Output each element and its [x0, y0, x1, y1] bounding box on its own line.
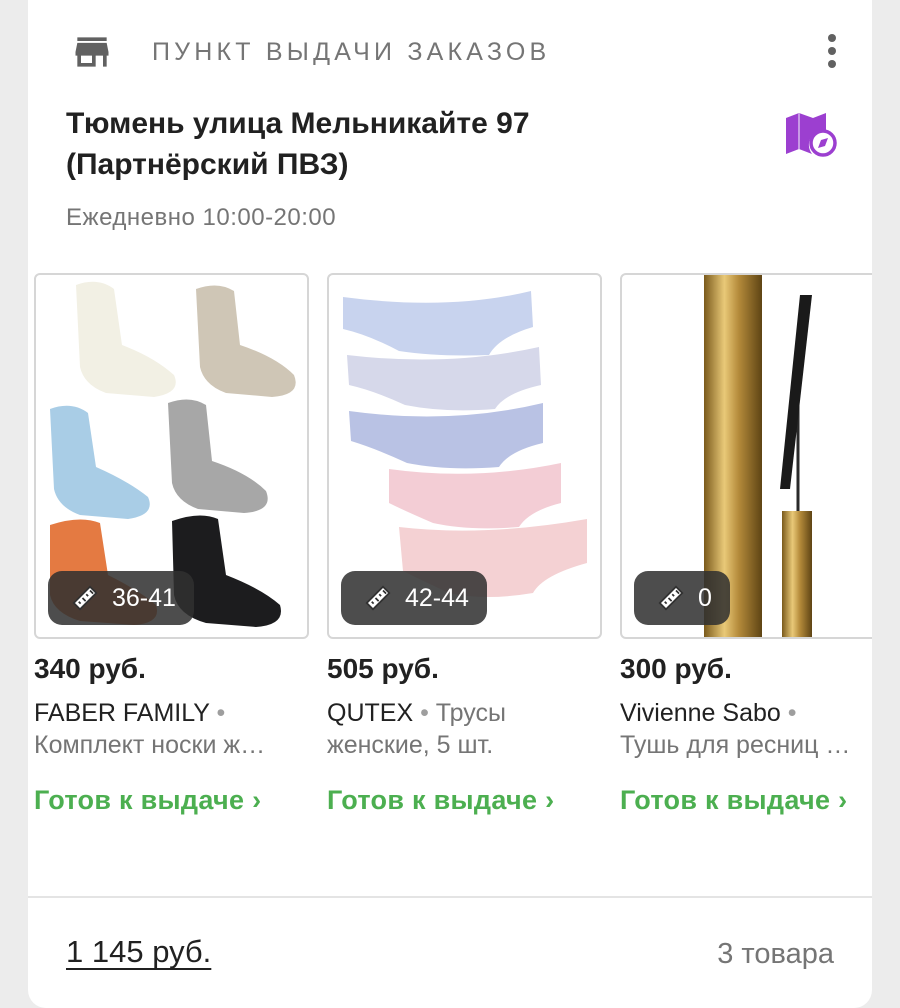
size-label: 0 — [698, 583, 712, 612]
product-image-mascara[interactable]: 0 — [620, 273, 872, 639]
size-label: 42-44 — [405, 583, 469, 612]
map-compass-icon[interactable] — [782, 110, 838, 160]
products-carousel[interactable]: 36-41 340 руб. FABER FAMILY • Комплект н… — [34, 273, 872, 833]
product-description: QUTEX • Трусы женские, 5 шт. — [327, 697, 599, 761]
product-status-link[interactable]: Готов к выдаче › — [327, 785, 554, 816]
pickup-hours: Ежедневно 10:00-20:00 — [66, 204, 337, 231]
product-name-part1: Трусы — [428, 699, 506, 727]
product-price: 340 руб. — [34, 653, 146, 684]
product-name-part2: женские, 5 шт. — [327, 731, 494, 759]
product-card[interactable]: 0 300 руб. Vivienne Sabo • Тушь для ресн… — [620, 273, 872, 815]
product-image-briefs[interactable]: 42-44 — [327, 273, 602, 639]
order-total[interactable]: 1 145 руб. — [66, 934, 211, 970]
ruler-icon — [365, 585, 391, 611]
brand-separator: • — [209, 699, 226, 727]
product-price: 300 руб. — [620, 653, 732, 684]
product-status-link[interactable]: Готов к выдаче › — [620, 785, 847, 816]
product-brand: FABER FAMILY — [34, 699, 210, 727]
ruler-icon — [72, 585, 98, 611]
product-status-link[interactable]: Готов к выдаче › — [34, 785, 261, 816]
pickup-address: Тюмень улица Мельникайте 97 (Партнёрский… — [66, 107, 530, 181]
more-vert-icon[interactable] — [822, 34, 842, 74]
product-brand: Vivienne Sabo — [620, 699, 781, 727]
size-badge: 42-44 — [341, 571, 487, 625]
size-label: 36-41 — [112, 583, 176, 612]
ruler-icon — [658, 585, 684, 611]
product-price: 505 руб. — [327, 653, 439, 684]
product-name: Комплект носки ж… — [34, 731, 266, 759]
size-badge: 0 — [634, 571, 730, 625]
product-name: Тушь для ресниц … — [620, 731, 851, 759]
product-description: FABER FAMILY • Комплект носки ж… — [34, 697, 306, 761]
store-icon — [75, 37, 109, 67]
items-count: 3 товара — [717, 938, 834, 970]
pickup-card: ПУНКТ ВЫДАЧИ ЗАКАЗОВ Тюмень улица Мельни… — [28, 0, 872, 1008]
divider — [28, 896, 872, 898]
product-description: Vivienne Sabo • Тушь для ресниц … — [620, 697, 872, 761]
size-badge: 36-41 — [48, 571, 194, 625]
product-image-socks[interactable]: 36-41 — [34, 273, 309, 639]
pickup-header: ПУНКТ ВЫДАЧИ ЗАКАЗОВ — [70, 30, 550, 74]
brand-separator: • — [780, 699, 797, 727]
product-card[interactable]: 36-41 340 руб. FABER FAMILY • Комплект н… — [34, 273, 309, 815]
product-brand: QUTEX — [327, 699, 414, 727]
product-card[interactable]: 42-44 505 руб. QUTEX • Трусы женские, 5 … — [327, 273, 602, 815]
brand-separator: • — [413, 699, 429, 727]
pickup-title: ПУНКТ ВЫДАЧИ ЗАКАЗОВ — [152, 37, 551, 66]
